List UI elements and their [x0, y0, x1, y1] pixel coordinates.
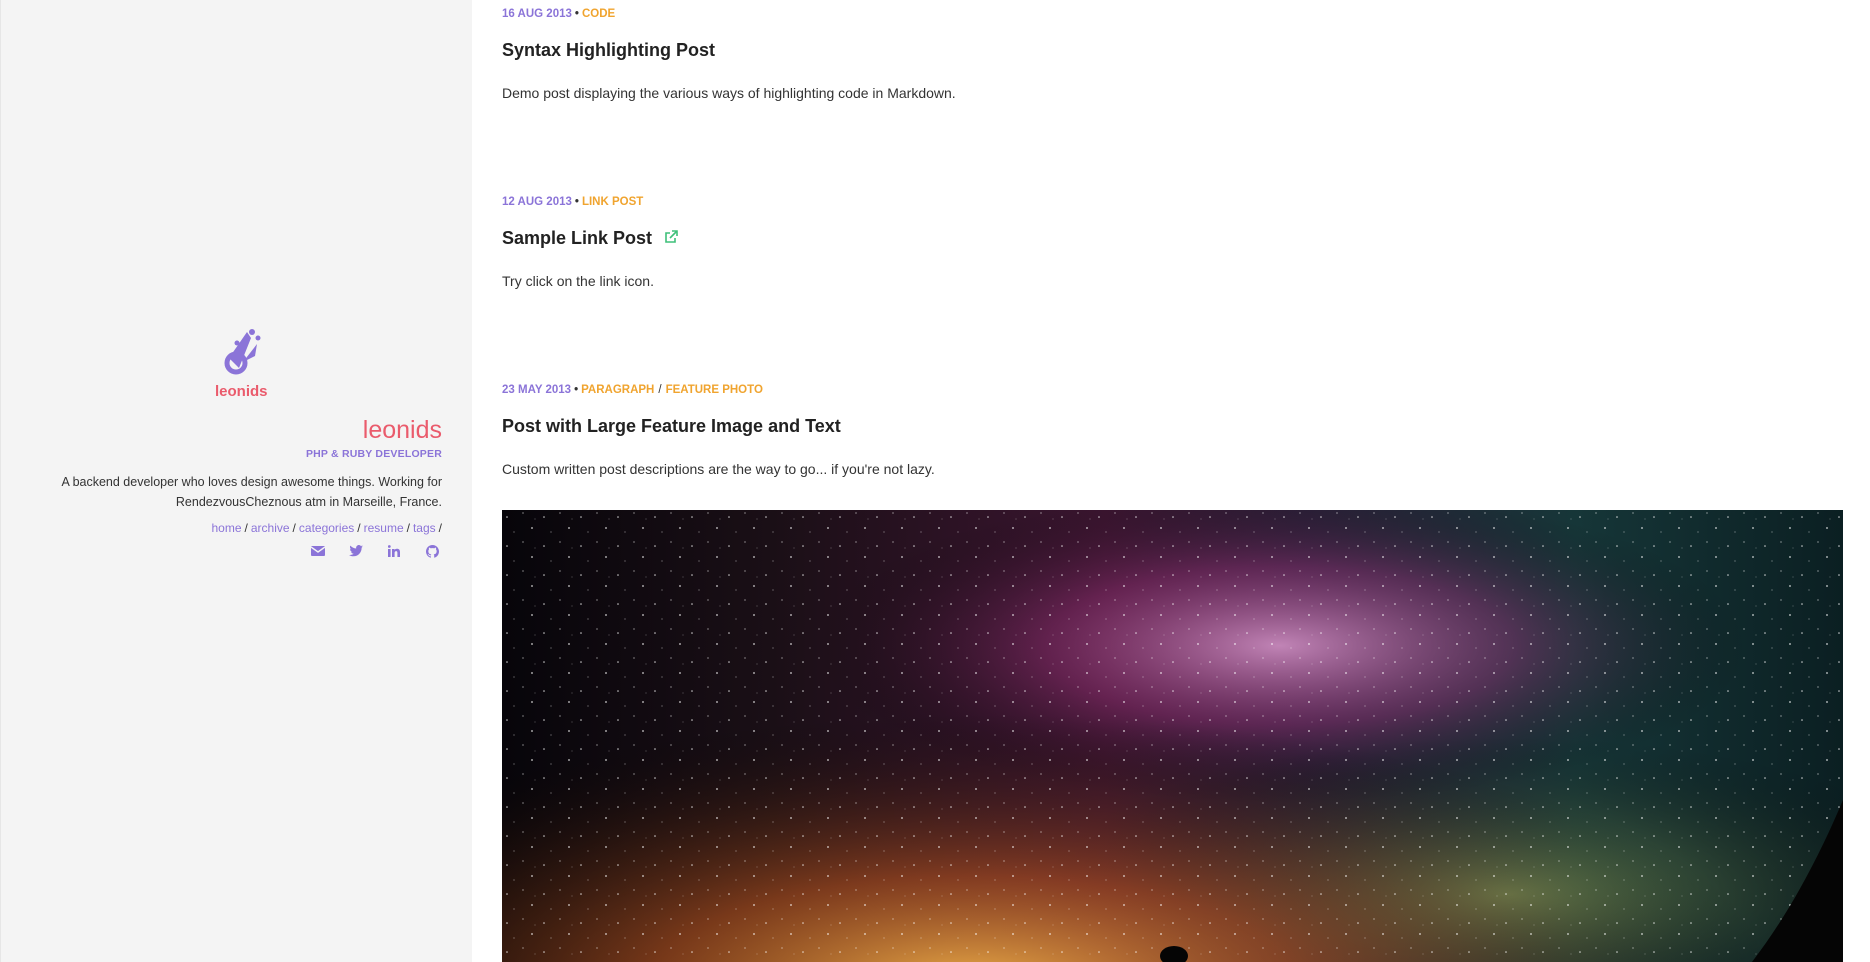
post-meta: 12 AUG 2013 • LINK POST — [502, 196, 678, 208]
post-date: 23 MAY 2013 — [502, 384, 572, 396]
site-bio: A backend developer who loves design awe… — [22, 472, 442, 512]
post-description: Demo post displaying the various ways of… — [502, 85, 956, 101]
nav-separator: / — [292, 521, 296, 535]
sidebar-content: leonids PHP & RUBY DEVELOPER A backend d… — [22, 324, 442, 559]
github-icon[interactable] — [424, 543, 440, 559]
nav-separator: / — [438, 521, 442, 535]
sidebar: leonids leonids PHP & RUBY DEVELOPER A b… — [0, 0, 472, 962]
nav-link-resume[interactable]: resume — [364, 521, 404, 535]
post-description: Try click on the link icon. — [502, 273, 654, 290]
feature-image[interactable] — [502, 510, 1843, 962]
post-title[interactable]: Syntax Highlighting Post — [502, 40, 956, 61]
category-link[interactable]: FEATURE PHOTO — [666, 384, 763, 396]
nav-separator: / — [406, 521, 410, 535]
post-date: 16 AUG 2013 — [502, 8, 572, 20]
twitter-icon[interactable] — [348, 543, 364, 559]
nav-link-tags[interactable]: tags — [413, 521, 436, 535]
nav-link-home[interactable]: home — [211, 521, 241, 535]
nav-link-categories[interactable]: categories — [299, 521, 354, 535]
post-description: Custom written post descriptions are the… — [502, 461, 935, 477]
category-separator: / — [658, 384, 662, 396]
nav-separator: / — [357, 521, 361, 535]
meta-bullet: • — [574, 196, 579, 208]
milky-way-photo — [502, 510, 1843, 962]
social-links — [22, 543, 442, 559]
post-title[interactable]: Sample Link Post — [502, 228, 652, 248]
site-tagline: PHP & RUBY DEVELOPER — [305, 448, 442, 460]
category-link[interactable]: CODE — [582, 8, 615, 20]
sidebar-nav: home / archive / categories / resume / tags / — [22, 521, 442, 535]
meta-bullet: • — [574, 384, 579, 396]
bio-line: A backend developer who loves design awe… — [61, 475, 442, 489]
category-link[interactable]: PARAGRAPH — [581, 384, 654, 396]
post-meta: 23 MAY 2013 • PARAGRAPH / FEATURE PHOTO — [502, 384, 1844, 396]
bio-line: RendezvousCheznous atm in Marseille, Fra… — [175, 495, 442, 509]
external-link-icon[interactable] — [664, 230, 678, 249]
site-title[interactable]: leonids — [22, 416, 442, 444]
post-item: 12 AUG 2013 • LINK POST Sample Link Post T… — [502, 196, 678, 289]
meta-bullet: • — [574, 8, 579, 20]
category-link[interactable]: LINK POST — [582, 196, 643, 208]
linkedin-icon[interactable] — [386, 543, 402, 559]
post-item: 16 AUG 2013 • CODE Syntax Highlighting Pos… — [502, 8, 956, 101]
post-item: 23 MAY 2013 • PARAGRAPH / FEATURE PHOTO Post… — [502, 384, 1844, 477]
post-meta: 16 AUG 2013 • CODE — [502, 8, 956, 20]
envelope-icon[interactable] — [310, 543, 326, 559]
post-date: 12 AUG 2013 — [502, 196, 572, 208]
nav-separator: / — [244, 521, 248, 535]
post-title[interactable]: Post with Large Feature Image and Text — [502, 416, 1844, 437]
nav-link-archive[interactable]: archive — [251, 521, 290, 535]
